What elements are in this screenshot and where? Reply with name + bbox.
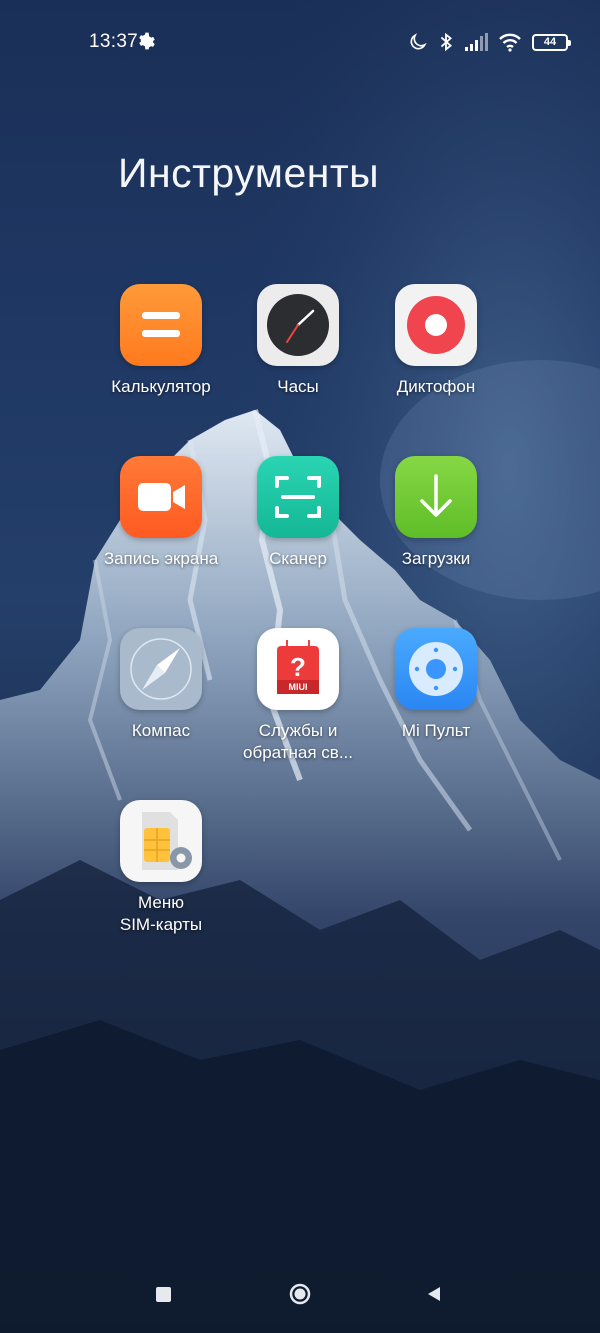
- app-label-line2: SIM-карты: [119, 915, 203, 934]
- compass-icon: [120, 628, 202, 710]
- app-label: Службы и обратная св...: [223, 720, 373, 764]
- app-label: Mi Пульт: [401, 721, 471, 740]
- bluetooth-icon: [440, 32, 452, 52]
- battery-level: 44: [543, 35, 557, 48]
- folder-title: Инструменты: [118, 150, 380, 196]
- app-label: Сканер: [269, 549, 327, 568]
- app-label: Запись экрана: [103, 549, 219, 568]
- dnd-moon-icon: [410, 33, 427, 50]
- remote-icon: [395, 628, 477, 710]
- calculator-icon: [120, 284, 202, 366]
- app-clock[interactable]: Часы: [223, 284, 373, 398]
- back-triangle-icon[interactable]: [426, 1285, 442, 1303]
- status-icons: 44: [408, 30, 571, 54]
- app-scanner[interactable]: Сканер: [223, 456, 373, 570]
- download-arrow-icon: [395, 456, 477, 538]
- app-calculator[interactable]: Калькулятор: [86, 284, 236, 398]
- video-camera-icon: [120, 456, 202, 538]
- status-time: 13:37: [89, 31, 139, 52]
- app-label: Диктофон: [396, 377, 476, 396]
- app-recorder[interactable]: Диктофон: [361, 284, 511, 398]
- app-downloads[interactable]: Загрузки: [361, 456, 511, 570]
- sim-card-icon: [120, 800, 202, 882]
- clock-icon: [257, 284, 339, 366]
- app-label-line1: Меню: [138, 893, 184, 912]
- app-sim-menu[interactable]: Меню SIM-карты: [86, 800, 236, 936]
- svg-text:?: ?: [290, 652, 306, 682]
- battery-icon: 44: [532, 33, 571, 51]
- app-label: Меню SIM-карты: [86, 892, 236, 936]
- signal-icon: [465, 33, 488, 51]
- miui-badge: MIUI: [288, 682, 308, 692]
- app-label: Загрузки: [401, 549, 471, 568]
- app-label: Часы: [277, 377, 319, 396]
- app-label-line1: Службы и: [258, 721, 338, 740]
- status-bar: 13:37 44: [0, 0, 600, 84]
- app-screen-recorder[interactable]: Запись экрана: [86, 456, 236, 570]
- wifi-icon: [499, 33, 521, 52]
- app-label: Компас: [131, 721, 191, 740]
- miui-feedback-icon: ? MIUI: [257, 628, 339, 710]
- home-circle-icon[interactable]: [289, 1283, 311, 1305]
- recents-square-icon[interactable]: [155, 1286, 173, 1304]
- settings-icon: [139, 32, 155, 50]
- app-feedback[interactable]: ? MIUI Службы и обратная св...: [223, 628, 373, 764]
- navigation-bar: [0, 1263, 600, 1333]
- recorder-icon: [395, 284, 477, 366]
- app-compass[interactable]: Компас: [86, 628, 236, 742]
- app-label: Калькулятор: [111, 377, 211, 396]
- app-label-line2: обратная св...: [243, 743, 353, 762]
- app-mi-remote[interactable]: Mi Пульт: [361, 628, 511, 742]
- scanner-icon: [257, 456, 339, 538]
